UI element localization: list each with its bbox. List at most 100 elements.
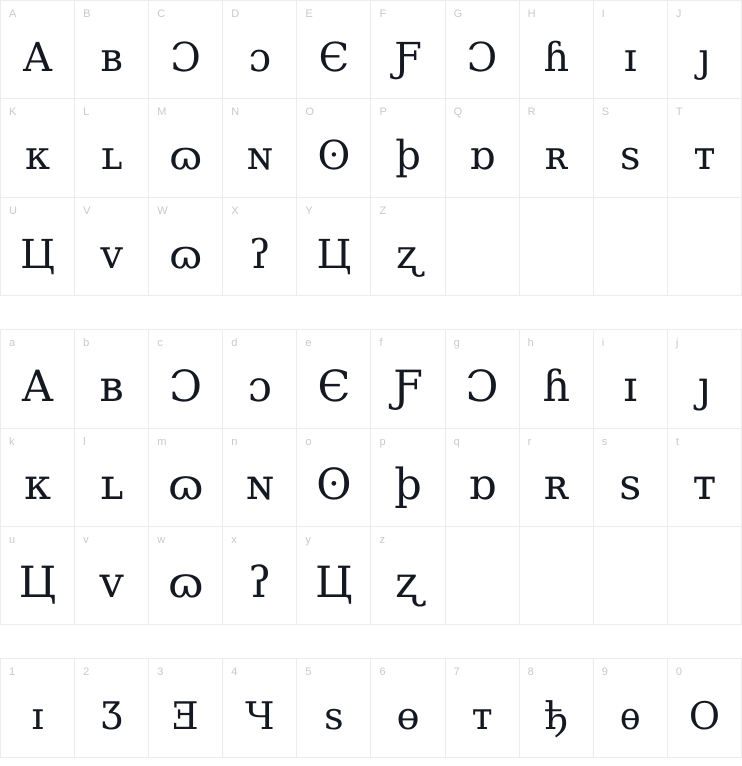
glyph-cell-sample: Є	[317, 361, 351, 412]
glyph-cell[interactable]: 6ө	[371, 659, 446, 758]
glyph-cell-sample: ʟ	[100, 133, 123, 180]
glyph-cell[interactable]: EЄ	[297, 1, 372, 100]
glyph-cell-sample: ᴠ	[99, 558, 124, 609]
glyph-cell-label: c	[157, 337, 163, 350]
glyph-cell[interactable]: jȷ	[667, 330, 742, 429]
glyph-cell[interactable]: GƆ	[445, 1, 520, 100]
glyph-cell[interactable]: 3Ǝ	[149, 659, 224, 758]
glyph-cell[interactable]: Lʟ	[75, 99, 150, 198]
glyph-cell-sample: Ч	[245, 694, 275, 739]
glyph-cell[interactable]: Hɦ	[519, 1, 594, 100]
glyph-cell[interactable]: Rʀ	[519, 99, 594, 198]
glyph-cell[interactable]: Dɔ	[223, 1, 298, 100]
glyph-cell[interactable]: bʙ	[75, 330, 150, 429]
glyph-cell-label: A	[9, 8, 17, 20]
glyph-cell-label: 8	[527, 666, 534, 679]
glyph-cell[interactable]: kᴋ	[1, 428, 76, 527]
glyph-cell[interactable]: oʘ	[297, 428, 372, 527]
glyph-cell[interactable]: Kᴋ	[1, 99, 76, 198]
glyph-cell[interactable]: yЦ	[297, 526, 372, 626]
glyph-cell-label: 0	[675, 666, 683, 679]
glyph-cell[interactable]: uЦ	[1, 526, 76, 626]
glyph-cell[interactable]: Nɴ	[223, 99, 298, 198]
glyph-cell[interactable]: nɴ	[223, 428, 298, 527]
glyph-cell[interactable]: YЦ	[297, 197, 372, 297]
glyph-cell[interactable]: Oʘ	[297, 99, 372, 198]
glyph-cell[interactable]: Xʔ	[223, 197, 298, 297]
glyph-cell-sample: ѕ	[619, 460, 642, 511]
glyph-cell[interactable]: Qɒ	[445, 99, 520, 198]
glyph-cell[interactable]: hɦ	[519, 330, 594, 429]
glyph-cell[interactable]: Wɷ	[149, 197, 224, 297]
glyph-cell-sample: ɪ	[623, 361, 638, 412]
glyph-cell-sample: Є	[318, 35, 350, 81]
glyph-cell[interactable]: 0О	[667, 659, 742, 758]
glyph-cell-sample: Ɔ	[169, 361, 203, 412]
glyph-cell[interactable]: dɔ	[223, 330, 298, 429]
glyph-cell-label: F	[379, 8, 387, 20]
glyph-cell-sample: ѕ	[620, 133, 641, 180]
glyph-cell[interactable]: CƆ	[149, 1, 224, 100]
glyph-cell-sample: ɦ	[542, 361, 571, 412]
glyph-cell-label: 2	[83, 666, 90, 679]
glyph-cell[interactable]: gƆ	[445, 330, 520, 429]
glyph-cell-label: N	[231, 106, 240, 119]
glyph-cell-label: 1	[9, 666, 16, 679]
glyph-cell-sample: О	[688, 694, 720, 739]
glyph-cell[interactable]: 5ѕ	[297, 659, 372, 758]
glyph-cell[interactable]: tᴛ	[667, 428, 742, 527]
glyph-cell[interactable]: 9ѳ	[593, 659, 668, 758]
glyph-cell-label: B	[83, 8, 91, 20]
glyph-cell-label: M	[157, 106, 167, 119]
glyph-cell[interactable]: 7ᴛ	[445, 659, 520, 758]
section-digits: 1ɪ2Ʒ3Ǝ4Ч5ѕ6ө7ᴛ8ђ9ѳ0О	[0, 658, 742, 758]
glyph-cell[interactable]: Jȷ	[667, 1, 742, 100]
glyph-cell-sample: ʘ	[317, 133, 351, 180]
glyph-cell[interactable]: rʀ	[519, 428, 594, 527]
glyph-cell[interactable]: qɒ	[445, 428, 520, 527]
glyph-cell[interactable]: wɷ	[149, 526, 224, 626]
glyph-cell-label: O	[305, 106, 315, 119]
glyph-cell-empty	[445, 526, 520, 626]
glyph-cell[interactable]: pþ	[371, 428, 446, 527]
glyph-cell[interactable]: AA	[1, 1, 76, 100]
glyph-cell[interactable]: Pþ	[371, 99, 446, 198]
glyph-cell-sample: ɪ	[31, 694, 44, 739]
glyph-cell[interactable]: mɷ	[149, 428, 224, 527]
glyph-cell-label: 5	[305, 666, 312, 679]
section-lowercase: aAbʙcƆdɔeЄfƑgƆhɦiɪjȷ kᴋlʟmɷnɴoʘpþqɒrʀsѕtᴛ…	[0, 329, 742, 626]
glyph-cell[interactable]: sѕ	[593, 428, 668, 527]
glyph-cell-sample: Ц	[18, 558, 57, 609]
glyph-cell-sample: ᴛ	[471, 694, 493, 739]
glyph-cell-label: t	[675, 435, 680, 448]
glyph-cell[interactable]: zʐ	[371, 526, 446, 626]
glyph-cell[interactable]: 8ђ	[519, 659, 594, 758]
glyph-cell[interactable]: xʔ	[223, 526, 298, 626]
glyph-cell-label: j	[675, 337, 679, 350]
glyph-cell-empty	[667, 197, 742, 297]
glyph-cell[interactable]: Sѕ	[593, 99, 668, 198]
glyph-cell-sample: ʔ	[248, 558, 272, 609]
glyph-cell[interactable]: Vᴠ	[75, 197, 150, 297]
glyph-cell[interactable]: 2Ʒ	[75, 659, 150, 758]
glyph-cell[interactable]: Zʐ	[371, 197, 446, 297]
glyph-cell-empty	[593, 197, 668, 297]
glyph-cell[interactable]: vᴠ	[75, 526, 150, 626]
glyph-cell-sample: Ɔ	[466, 35, 498, 81]
glyph-cell[interactable]: cƆ	[149, 330, 224, 429]
glyph-cell[interactable]: iɪ	[593, 330, 668, 429]
glyph-cell[interactable]: Iɪ	[593, 1, 668, 100]
glyph-cell[interactable]: UЦ	[1, 197, 76, 297]
glyph-cell[interactable]: aA	[1, 330, 76, 429]
glyph-cell[interactable]: lʟ	[75, 428, 150, 527]
glyph-cell-sample: ʙ	[99, 361, 124, 412]
glyph-cell[interactable]: fƑ	[371, 330, 446, 429]
glyph-cell[interactable]: Bʙ	[75, 1, 150, 100]
glyph-cell[interactable]: eЄ	[297, 330, 372, 429]
glyph-cell[interactable]: 1ɪ	[1, 659, 76, 758]
glyph-cell[interactable]: Tᴛ	[667, 99, 742, 198]
glyph-cell[interactable]: FƑ	[371, 1, 446, 100]
glyph-cell[interactable]: 4Ч	[223, 659, 298, 758]
glyph-cell[interactable]: Mɷ	[149, 99, 224, 198]
glyph-cell-label: d	[231, 337, 238, 350]
